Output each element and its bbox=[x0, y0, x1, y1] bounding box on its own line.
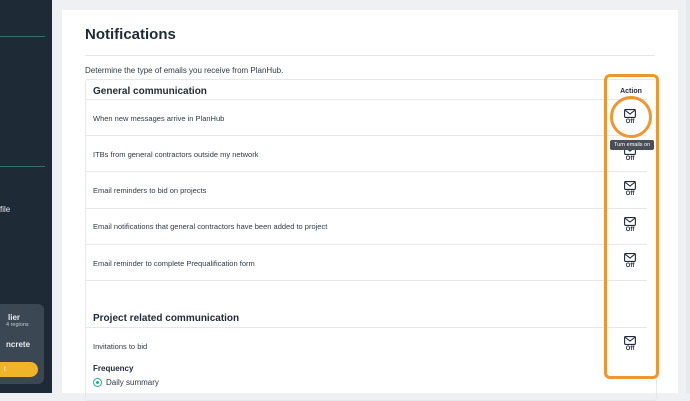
section-heading-project: Project related communication bbox=[93, 313, 240, 324]
email-toggle-invitations[interactable]: Off bbox=[619, 336, 641, 360]
page-title: Notifications bbox=[85, 26, 176, 43]
settings-card bbox=[85, 79, 657, 401]
sidebar-item-profile[interactable]: file bbox=[0, 205, 10, 214]
scrollbar[interactable] bbox=[686, 0, 690, 393]
row-divider bbox=[85, 208, 647, 209]
row-label-invitations: Invitations to bid bbox=[93, 342, 148, 351]
row-divider bbox=[85, 244, 647, 245]
sidebar-divider bbox=[0, 166, 45, 167]
row-divider bbox=[85, 171, 647, 172]
notifications-panel: Notifications Determine the type of emai… bbox=[62, 10, 678, 401]
envelope-icon bbox=[624, 109, 636, 118]
row-label-prequalification: Email reminder to complete Prequalificat… bbox=[93, 259, 255, 268]
daily-summary-label[interactable]: Daily summary bbox=[106, 378, 159, 387]
envelope-icon bbox=[624, 253, 636, 262]
row-divider bbox=[85, 135, 647, 136]
row-label-bid-reminders: Email reminders to bid on projects bbox=[93, 186, 207, 195]
plan-card-regions: 4 regions bbox=[6, 322, 29, 328]
row-label-new-messages: When new messages arrive in PlanHub bbox=[93, 114, 225, 123]
toggle-state: Off bbox=[625, 227, 635, 233]
upgrade-button[interactable]: t bbox=[0, 362, 38, 377]
toggle-state: Off bbox=[625, 156, 635, 162]
email-toggle-new-messages[interactable]: Off bbox=[619, 109, 641, 133]
plan-card-title: lier bbox=[8, 313, 21, 322]
row-divider bbox=[85, 280, 647, 281]
envelope-icon bbox=[624, 217, 636, 226]
action-column-header: Action bbox=[620, 88, 642, 95]
email-toggle-prequalification[interactable]: Off bbox=[619, 253, 641, 277]
tooltip: Turn emails on bbox=[610, 140, 655, 150]
title-divider bbox=[85, 55, 655, 56]
row-divider bbox=[85, 99, 647, 100]
daily-summary-radio[interactable] bbox=[93, 378, 102, 387]
sidebar: file lier 4 regions ncrete t bbox=[0, 0, 52, 393]
toggle-state: Off bbox=[625, 119, 635, 125]
row-divider bbox=[85, 327, 647, 328]
row-label-gc-added: Email notifications that general contrac… bbox=[93, 222, 328, 231]
page-subtitle: Determine the type of emails you receive… bbox=[85, 66, 284, 75]
row-label-itbs-outside-network: ITBs from general contractors outside my… bbox=[93, 150, 259, 159]
email-toggle-bid-reminders[interactable]: Off bbox=[619, 181, 641, 205]
email-toggle-gc-added[interactable]: Off bbox=[619, 217, 641, 241]
toggle-state: Off bbox=[625, 191, 635, 197]
plan-card-trade: ncrete bbox=[6, 340, 31, 349]
envelope-icon bbox=[624, 336, 636, 345]
section-heading-general: General communication bbox=[93, 86, 207, 97]
toggle-state: Off bbox=[625, 346, 635, 352]
sidebar-divider bbox=[0, 36, 45, 37]
frequency-label: Frequency bbox=[93, 364, 134, 373]
envelope-icon bbox=[624, 181, 636, 190]
toggle-state: Off bbox=[625, 263, 635, 269]
